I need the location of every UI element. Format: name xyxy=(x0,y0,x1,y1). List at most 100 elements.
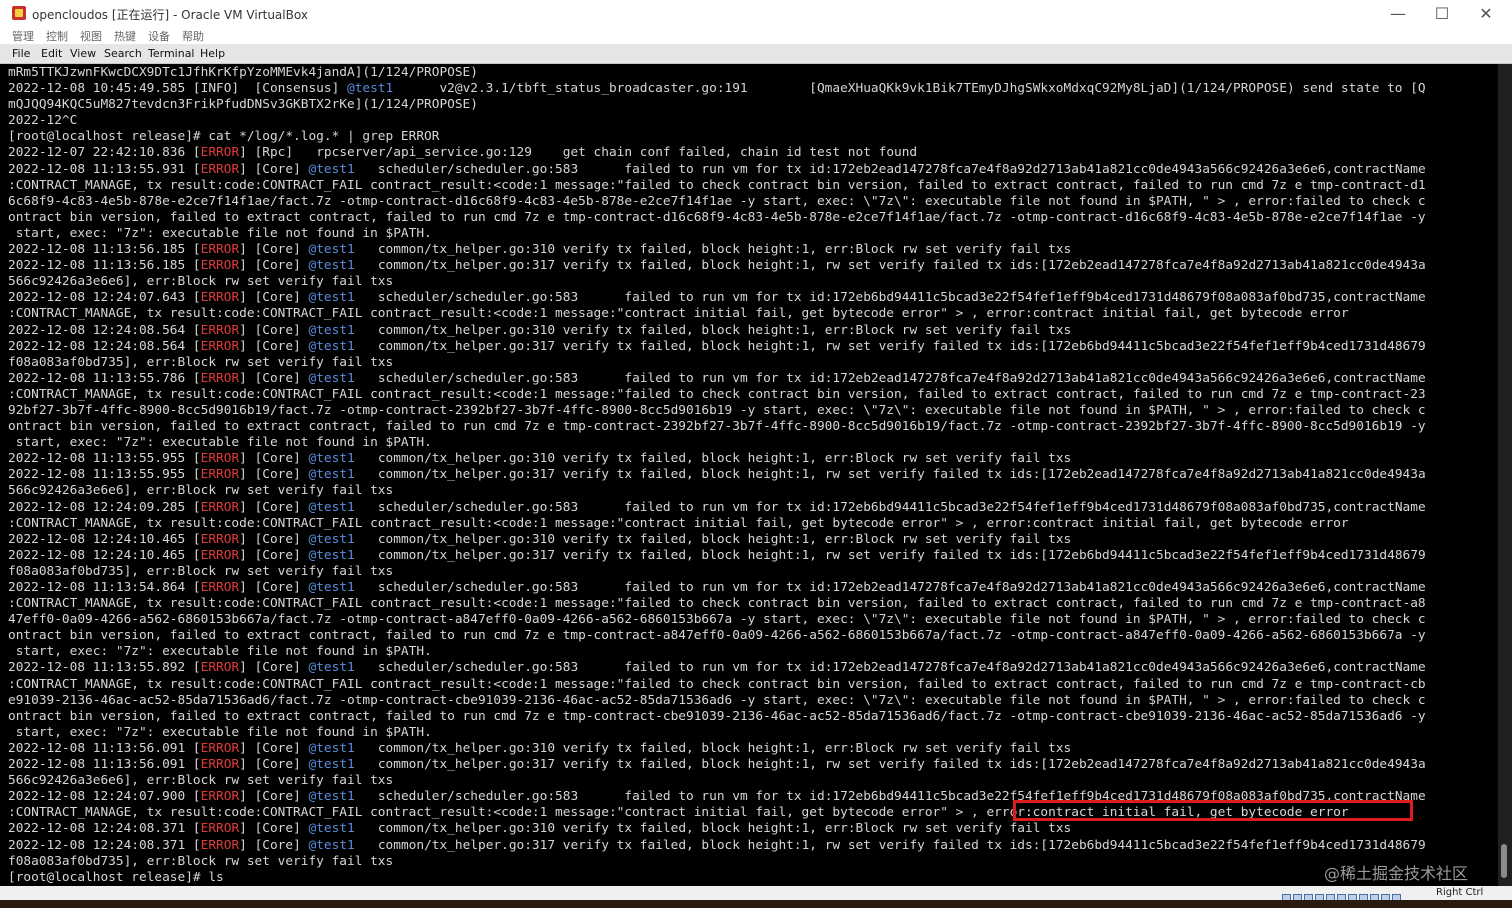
error-level-tag: ERROR xyxy=(200,499,240,515)
minimize-button[interactable]: — xyxy=(1376,0,1420,28)
log-text: e91039-2136-46ac-ac52-85da71536ad6/fact.… xyxy=(8,692,1426,708)
log-text: 2022-12-08 12:24:07.643 [ xyxy=(8,290,201,306)
log-text: ] [Rpc] rpcserver/api_service.go:129 get… xyxy=(239,145,918,161)
terminal-line: ontract bin version, failed to extract c… xyxy=(8,709,1426,725)
log-text: common/tx_helper.go:317 verify tx failed… xyxy=(354,258,1426,274)
scrollbar-thumb[interactable] xyxy=(1501,844,1507,878)
error-level-tag: ERROR xyxy=(200,145,240,161)
terminal-line: :CONTRACT_MANAGE, tx result:code:CONTRAC… xyxy=(8,516,1426,532)
error-level-tag: ERROR xyxy=(200,258,240,274)
error-level-tag: ERROR xyxy=(200,370,240,386)
terminal-line: mRm5TTKJzwnFKwcDCX9DTc1JfhKrKfpYzoMMEvk4… xyxy=(8,65,1426,81)
log-text: ] [Core] xyxy=(239,258,309,274)
log-text: 6c68f9-4c83-4e5b-878e-e2ce7f14f1ae/fact.… xyxy=(8,193,1426,209)
terminal-line: 2022-12-08 12:24:08.564 [ERROR] [Core] @… xyxy=(8,323,1426,339)
terminal-line: :CONTRACT_MANAGE, tx result:code:CONTRAC… xyxy=(8,178,1426,194)
terminal-output[interactable]: mRm5TTKJzwnFKwcDCX9DTc1JfhKrKfpYzoMMEvk4… xyxy=(0,64,1498,886)
log-text: ] [Core] xyxy=(239,322,309,338)
terminal-log: mRm5TTKJzwnFKwcDCX9DTc1JfhKrKfpYzoMMEvk4… xyxy=(8,65,1426,886)
log-text: f08a083af0bd735], err:Block rw set verif… xyxy=(8,354,394,370)
log-text: start, exec: "7z": executable file not f… xyxy=(8,435,432,451)
terminal-menu-view[interactable]: View xyxy=(70,47,96,60)
log-text: common/tx_helper.go:310 verify tx failed… xyxy=(354,821,1072,837)
terminal-line: 2022-12-08 12:24:08.371 [ERROR] [Core] @… xyxy=(8,821,1426,837)
chain-id-tag: @test1 xyxy=(308,161,355,177)
chain-id-tag: @test1 xyxy=(308,322,355,338)
chain-id-tag: @test1 xyxy=(308,757,355,773)
close-button[interactable]: ✕ xyxy=(1464,0,1508,28)
terminal-line: ontract bin version, failed to extract c… xyxy=(8,419,1426,435)
terminal-line: 2022-12-08 11:13:56.091 [ERROR] [Core] @… xyxy=(8,741,1426,757)
vbox-menu-hotkeys[interactable]: 热键 xyxy=(114,28,136,44)
log-text: common/tx_helper.go:317 verify tx failed… xyxy=(354,757,1426,773)
log-text: ontract bin version, failed to extract c… xyxy=(8,419,1426,435)
terminal-line: f08a083af0bd735], err:Block rw set verif… xyxy=(8,854,1426,870)
log-text: [root@localhost release]# ls xyxy=(8,869,224,885)
log-text: ] [Core] xyxy=(239,580,309,595)
log-text: 566c92426a3e6e6], err:Block rw set verif… xyxy=(8,274,394,290)
error-level-tag: ERROR xyxy=(200,547,240,563)
terminal-line: 2022-12-08 11:13:56.185 [ERROR] [Core] @… xyxy=(8,258,1426,274)
terminal-menu-search[interactable]: Search xyxy=(104,47,142,60)
terminal-line: 2022-12^C xyxy=(8,113,1426,129)
vbox-menu-view[interactable]: 视图 xyxy=(80,28,102,44)
log-text: 2022-12-08 11:13:56.185 [ xyxy=(8,258,201,274)
terminal-line: 566c92426a3e6e6], err:Block rw set verif… xyxy=(8,773,1426,789)
log-text: 2022-12-08 12:24:10.465 [ xyxy=(8,547,201,563)
maximize-button[interactable]: ☐ xyxy=(1420,0,1464,28)
window-title: opencloudos [正在运行] - Oracle VM VirtualBo… xyxy=(32,8,308,22)
watermark: @稀土掘金技术社区 xyxy=(1324,864,1469,883)
terminal-scrollbar[interactable] xyxy=(1498,64,1512,886)
log-text: 2022-12-08 11:13:54.864 [ xyxy=(8,580,201,595)
log-text: f08a083af0bd735], err:Block rw set verif… xyxy=(8,563,394,579)
terminal-line: 2022-12-08 12:24:10.465 [ERROR] [Core] @… xyxy=(8,532,1426,548)
log-text: scheduler/scheduler.go:583 failed to run… xyxy=(354,370,1426,386)
terminal-menu-terminal[interactable]: Terminal xyxy=(148,47,195,60)
error-level-tag: ERROR xyxy=(200,837,240,853)
terminal-menu-help[interactable]: Help xyxy=(200,47,225,60)
vbox-menu-control[interactable]: 控制 xyxy=(46,28,68,44)
terminal-line: :CONTRACT_MANAGE, tx result:code:CONTRAC… xyxy=(8,306,1426,322)
log-text: ] [Core] xyxy=(239,242,309,258)
terminal-line: ontract bin version, failed to extract c… xyxy=(8,210,1426,226)
terminal-line: 2022-12-08 11:13:54.864 [ERROR] [Core] @… xyxy=(8,580,1426,596)
chain-id-tag: @test1 xyxy=(308,531,355,547)
device-status-icons xyxy=(1282,888,1403,903)
chain-id-tag: @test1 xyxy=(308,290,355,306)
terminal-line: f08a083af0bd735], err:Block rw set verif… xyxy=(8,355,1426,371)
error-level-tag: ERROR xyxy=(200,757,240,773)
terminal-line: e91039-2136-46ac-ac52-85da71536ad6/fact.… xyxy=(8,693,1426,709)
error-level-tag: ERROR xyxy=(200,322,240,338)
log-text: :CONTRACT_MANAGE, tx result:code:CONTRAC… xyxy=(8,386,1426,402)
log-text: ontract bin version, failed to extract c… xyxy=(8,628,1426,644)
terminal-menubar: File Edit View Search Terminal Help xyxy=(0,44,1512,64)
log-text: ] [Core] xyxy=(239,531,309,547)
terminal-line: 92bf27-3b7f-4ffc-8900-8cc5d9016b19/fact.… xyxy=(8,403,1426,419)
terminal-line: 2022-12-08 11:13:55.955 [ERROR] [Core] @… xyxy=(8,451,1426,467)
vbox-menu-manage[interactable]: 管理 xyxy=(12,28,34,44)
log-text: scheduler/scheduler.go:583 failed to run… xyxy=(354,499,1426,515)
log-text: common/tx_helper.go:317 verify tx failed… xyxy=(354,837,1426,853)
log-text: 2022-12-08 12:24:10.465 [ xyxy=(8,531,201,547)
vbox-menu-help[interactable]: 帮助 xyxy=(182,28,204,44)
error-level-tag: ERROR xyxy=(200,451,240,467)
log-text: scheduler/scheduler.go:583 failed to run… xyxy=(354,161,1426,177)
error-level-tag: ERROR xyxy=(200,580,240,595)
terminal-menu-file[interactable]: File xyxy=(12,47,30,60)
log-text: ] [Core] xyxy=(239,290,309,306)
log-text: common/tx_helper.go:317 verify tx failed… xyxy=(354,547,1426,563)
error-level-tag: ERROR xyxy=(200,660,240,676)
log-text: 2022-12-07 22:42:10.836 [ xyxy=(8,145,201,161)
log-text: 2022-12-08 12:24:08.371 [ xyxy=(8,821,201,837)
terminal-line: ontract bin version, failed to extract c… xyxy=(8,628,1426,644)
chain-id-tag: @test1 xyxy=(308,370,355,386)
chain-id-tag: @test1 xyxy=(308,740,355,756)
terminal-line: 2022-12-08 11:13:56.091 [ERROR] [Core] @… xyxy=(8,757,1426,773)
log-text: 2022-12-08 12:24:08.564 [ xyxy=(8,322,201,338)
terminal-menu-edit[interactable]: Edit xyxy=(41,47,62,60)
log-text: ] [Core] xyxy=(239,757,309,773)
error-level-tag: ERROR xyxy=(200,740,240,756)
terminal-line: start, exec: "7z": executable file not f… xyxy=(8,226,1426,242)
log-text: common/tx_helper.go:310 verify tx failed… xyxy=(354,242,1072,258)
vbox-menu-devices[interactable]: 设备 xyxy=(148,28,170,44)
